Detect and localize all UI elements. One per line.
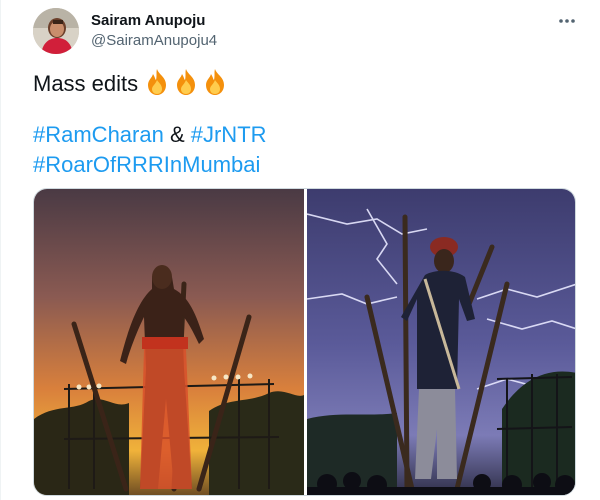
text-line-1: Mass edits (33, 68, 573, 98)
tweet-text: Mass edits #RamCharan & #JrNTR #RoarOfRR… (33, 68, 573, 180)
tweet-card: Sairam Anupoju @SairamAnupoju4 Mass edit… (0, 0, 600, 500)
fire-icon (173, 68, 199, 96)
hashtag-jrntr[interactable]: #JrNTR (191, 122, 267, 147)
avatar-image (33, 8, 79, 54)
fire-icon (144, 68, 170, 96)
tweet-text-intro: Mass edits (33, 71, 145, 96)
author-name[interactable]: Sairam Anupoju (91, 12, 205, 29)
hashtag-roarofrrrinmumbai[interactable]: #RoarOfRRRInMumbai (33, 152, 260, 177)
more-icon[interactable] (553, 10, 581, 32)
text-line-3: #RoarOfRRRInMumbai (33, 150, 573, 180)
text-spacer (33, 98, 573, 120)
photo-right[interactable] (307, 189, 575, 495)
author-handle[interactable]: @SairamAnupoju4 (91, 32, 217, 49)
ampersand-text: & (163, 122, 191, 147)
warrior-lightning-photo (307, 189, 575, 495)
avatar[interactable] (33, 8, 79, 54)
media-grid (33, 188, 576, 496)
hashtag-ramcharan[interactable]: #RamCharan (33, 122, 164, 147)
text-line-2: #RamCharan & #JrNTR (33, 120, 573, 150)
fire-icon (202, 68, 228, 96)
photo-left[interactable] (34, 189, 304, 495)
warrior-sunset-photo (34, 189, 304, 495)
